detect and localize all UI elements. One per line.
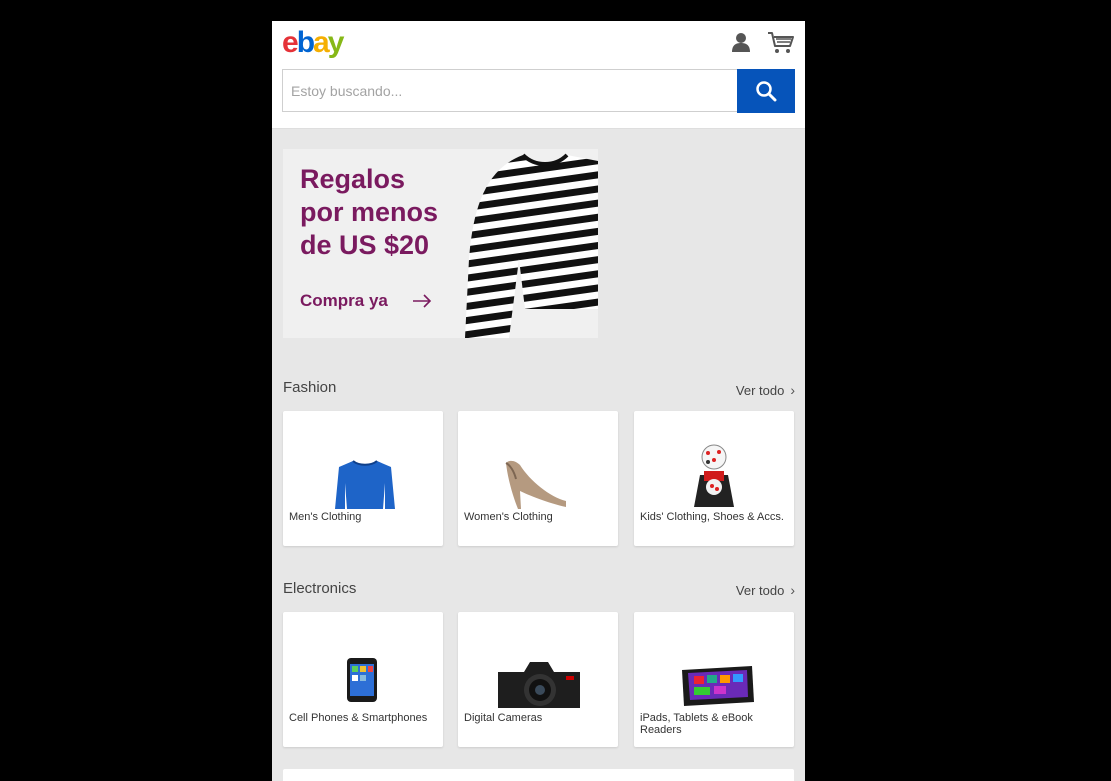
ebay-logo[interactable]: ebay	[282, 23, 344, 63]
category-label: Kids' Clothing, Shoes & Accs.	[640, 511, 784, 523]
category-label: iPads, Tablets & eBook Readers	[640, 712, 753, 736]
chevron-right-icon: ›	[790, 582, 795, 598]
fashion-see-all-link[interactable]: Ver todo ›	[736, 382, 795, 398]
promo-banner[interactable]: Regalos por menos de US $20 Compra ya	[283, 149, 598, 338]
category-card-womens-clothing[interactable]: Women's Clothing	[458, 411, 618, 546]
category-card-digital-cameras[interactable]: Digital Cameras	[458, 612, 618, 747]
chevron-right-icon: ›	[790, 382, 795, 398]
category-label: Digital Cameras	[464, 712, 543, 724]
search-button[interactable]	[737, 69, 795, 113]
search-input[interactable]	[282, 69, 737, 112]
section-title-electronics: Electronics	[283, 580, 357, 597]
striped-sweater-image	[465, 153, 598, 338]
tablet-icon	[682, 666, 754, 706]
smartphone-icon	[347, 658, 377, 702]
category-label: Men's Clothing	[289, 511, 362, 523]
category-card-kids-clothing[interactable]: Kids' Clothing, Shoes & Accs.	[634, 411, 794, 546]
arrow-right-icon	[413, 294, 432, 308]
category-label: Cell Phones & Smartphones	[289, 712, 428, 724]
search-bar	[282, 69, 795, 114]
category-card-ipads-tablets[interactable]: iPads, Tablets & eBook Readers	[634, 612, 794, 747]
high-heel-icon	[505, 460, 566, 509]
cart-icon[interactable]	[767, 31, 795, 55]
electronics-see-all-link[interactable]: Ver todo ›	[736, 582, 795, 598]
header: ebay	[272, 21, 805, 129]
section-title-fashion: Fashion	[283, 379, 337, 396]
kids-outfit-icon	[694, 444, 734, 507]
category-card-cell-phones[interactable]: Cell Phones & Smartphones	[283, 612, 443, 747]
camera-icon	[498, 662, 580, 708]
search-icon	[756, 81, 777, 102]
banner-cta-link[interactable]: Compra ya	[300, 291, 388, 311]
category-label: Women's Clothing	[464, 511, 553, 523]
banner-headline: Regalos por menos de US $20	[300, 164, 439, 260]
user-icon[interactable]	[730, 31, 752, 53]
mobile-viewport: ebay Regalos por menos de US $20 Compra …	[272, 21, 805, 781]
sweater-icon	[335, 460, 395, 509]
next-section-peek	[283, 769, 794, 781]
category-card-mens-clothing[interactable]: Men's Clothing	[283, 411, 443, 546]
